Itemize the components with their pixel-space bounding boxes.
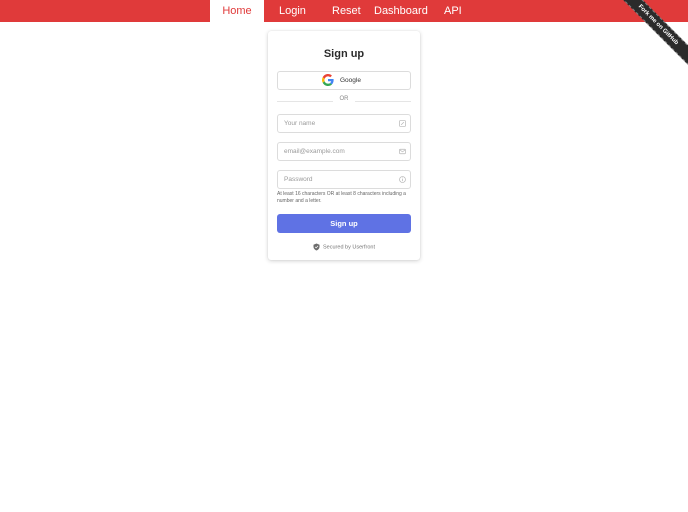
nav-reset[interactable]: Reset xyxy=(332,0,361,22)
secured-by-footer: Secured by Userfront xyxy=(268,243,420,251)
edit-icon xyxy=(399,120,406,127)
form-title: Sign up xyxy=(323,48,365,60)
nav-api[interactable]: API xyxy=(444,0,462,22)
google-button-label: Google xyxy=(340,77,361,84)
shield-icon xyxy=(313,243,320,251)
fork-me-ribbon[interactable]: Fork me on GitHub xyxy=(622,0,688,66)
password-input[interactable] xyxy=(278,171,396,188)
secured-text: Secured by Userfront xyxy=(323,244,375,251)
email-input[interactable] xyxy=(278,143,396,160)
google-icon xyxy=(322,74,334,86)
nav-dashboard[interactable]: Dashboard xyxy=(374,0,428,22)
github-ribbon-container: Fork me on GitHub xyxy=(622,0,688,66)
name-field[interactable] xyxy=(277,114,411,133)
nav-login[interactable]: Login xyxy=(279,0,306,22)
google-signup-button[interactable]: Google xyxy=(277,71,411,90)
separator-line-right xyxy=(355,101,411,102)
name-input[interactable] xyxy=(278,115,396,132)
signup-submit-button[interactable]: Sign up xyxy=(277,214,411,233)
envelope-icon xyxy=(399,148,406,155)
email-field[interactable] xyxy=(277,142,411,161)
top-nav-bar: Home Login Reset Dashboard API xyxy=(0,0,688,22)
signup-card: Sign up Google OR At lea xyxy=(268,31,420,260)
info-icon xyxy=(399,176,406,183)
password-hint: At least 16 characters OR at least 8 cha… xyxy=(277,191,406,204)
nav-home[interactable]: Home xyxy=(210,0,264,22)
password-field[interactable] xyxy=(277,170,411,189)
